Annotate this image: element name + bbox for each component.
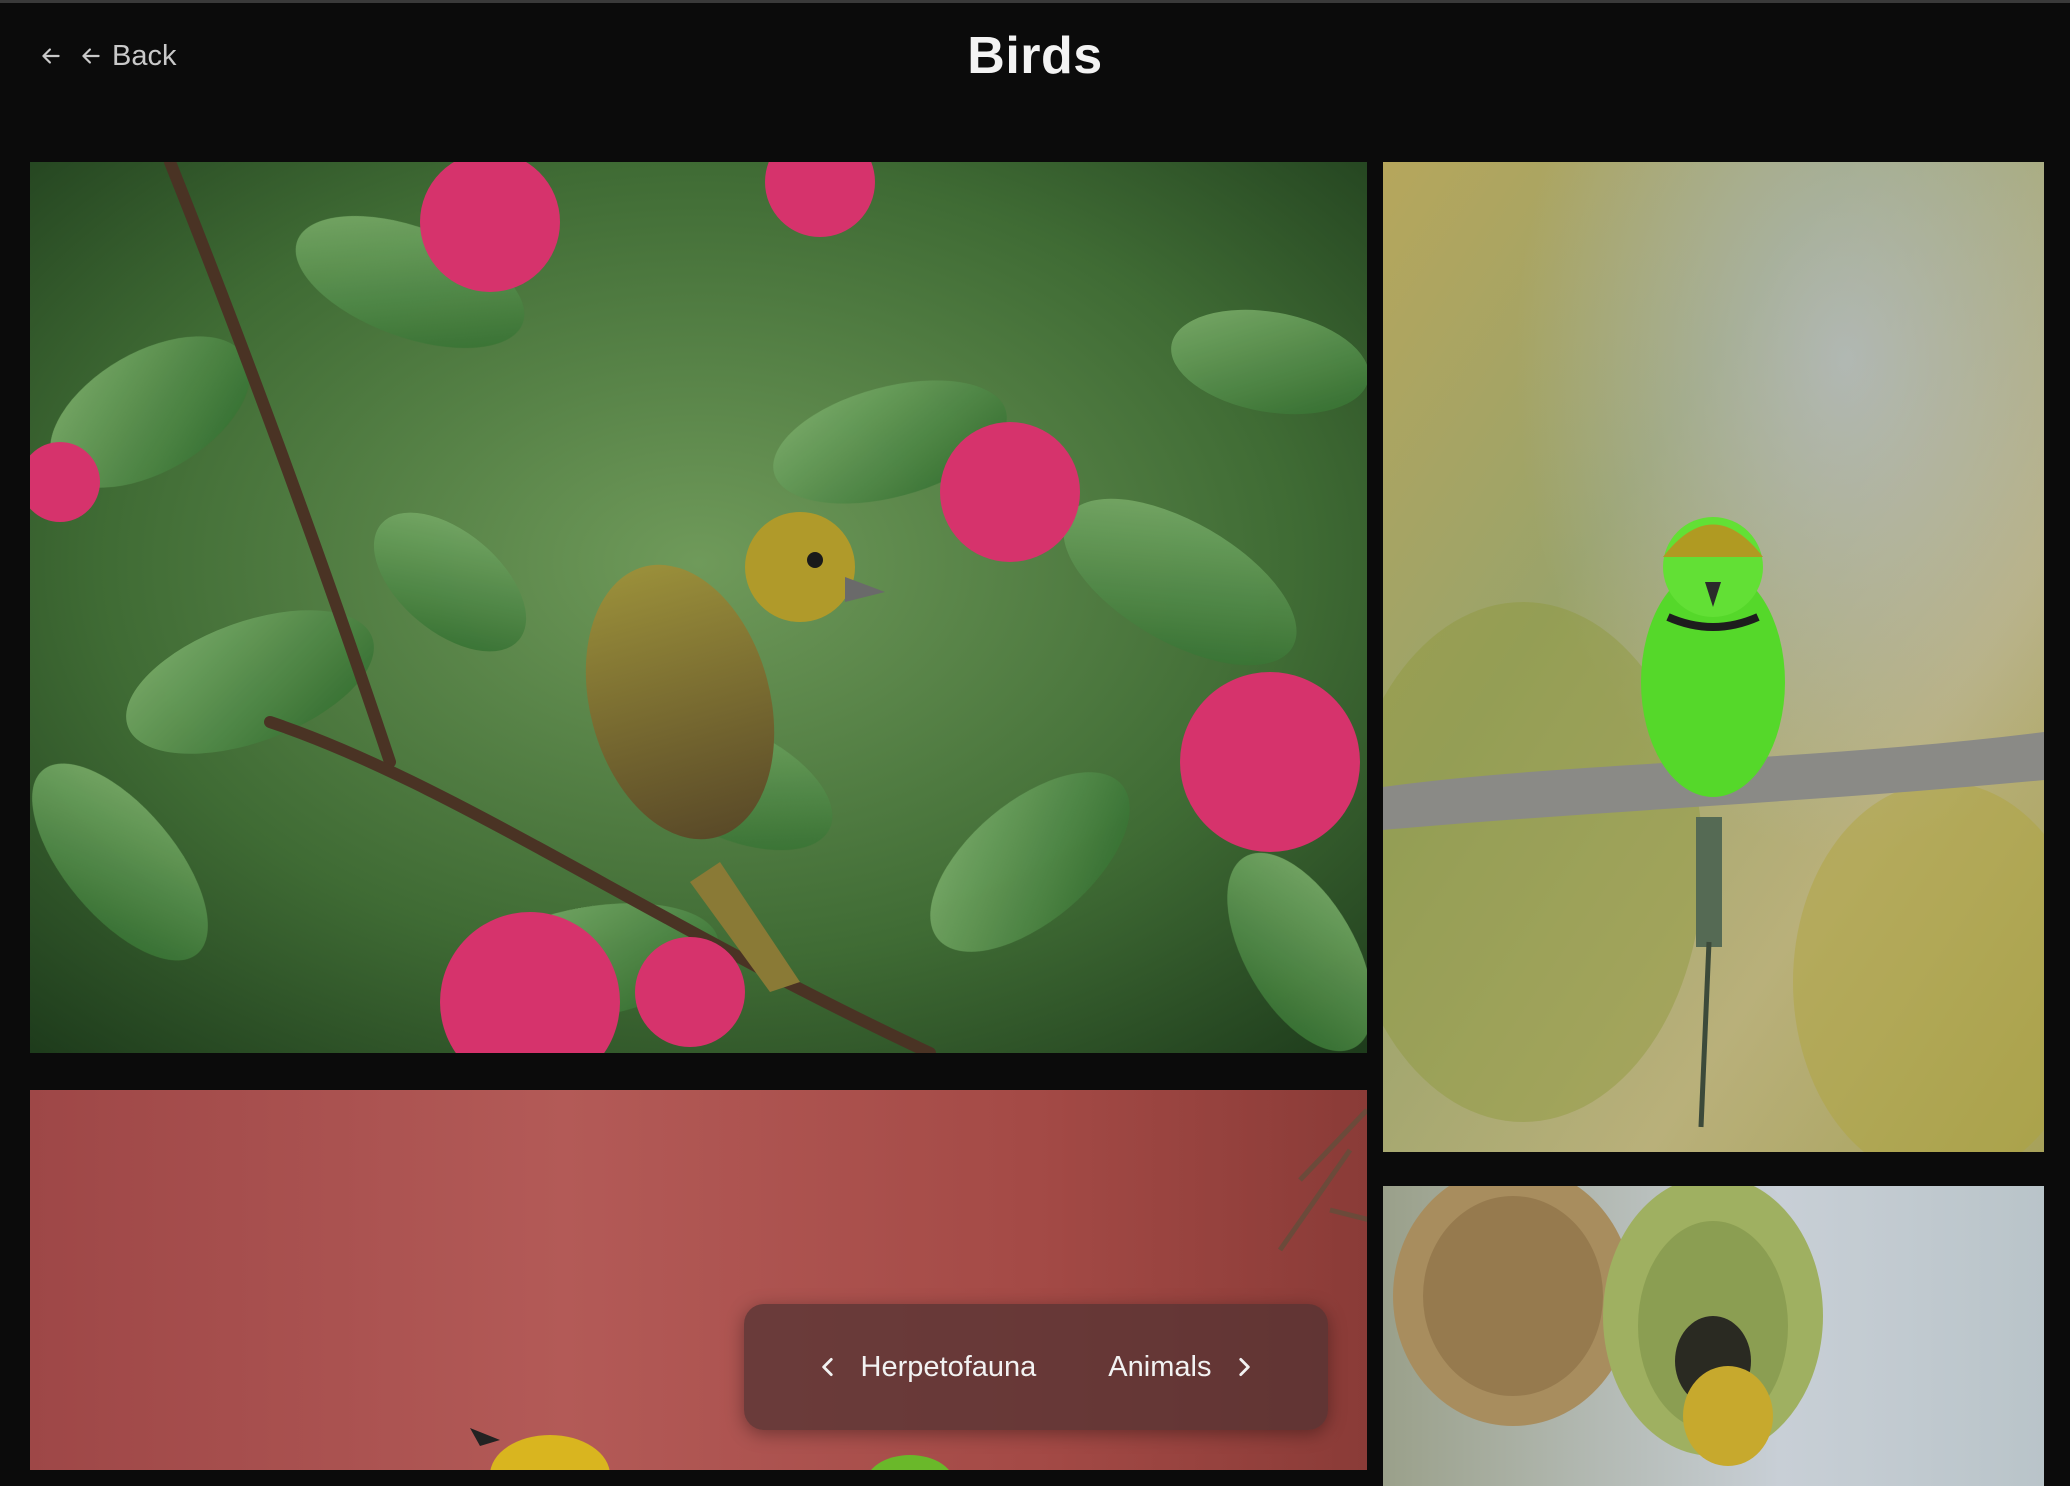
- photo-weaver-flowers: [30, 162, 1367, 1053]
- gallery-photo-bee-eater-branch[interactable]: [1383, 162, 2044, 1152]
- prev-category-label: Herpetofauna: [860, 1350, 1037, 1383]
- photo-bee-eater-branch: [1383, 162, 2044, 1152]
- page-header: Back Birds: [0, 0, 2070, 120]
- next-category-link[interactable]: Animals: [1108, 1351, 1257, 1384]
- category-pager: Herpetofauna Animals: [744, 1304, 1328, 1430]
- photo-weaver-nests: [1383, 1186, 2044, 1486]
- chevron-left-icon: [821, 1358, 833, 1376]
- page-title: Birds: [967, 27, 1103, 85]
- prev-category-link[interactable]: Herpetofauna: [815, 1350, 1037, 1384]
- next-category-label: Animals: [1108, 1350, 1212, 1383]
- chevron-right-icon: [1239, 1358, 1251, 1376]
- gallery-photo-weaver-flowers[interactable]: [30, 162, 1367, 1053]
- gallery-photo-weaver-nests[interactable]: [1383, 1186, 2044, 1486]
